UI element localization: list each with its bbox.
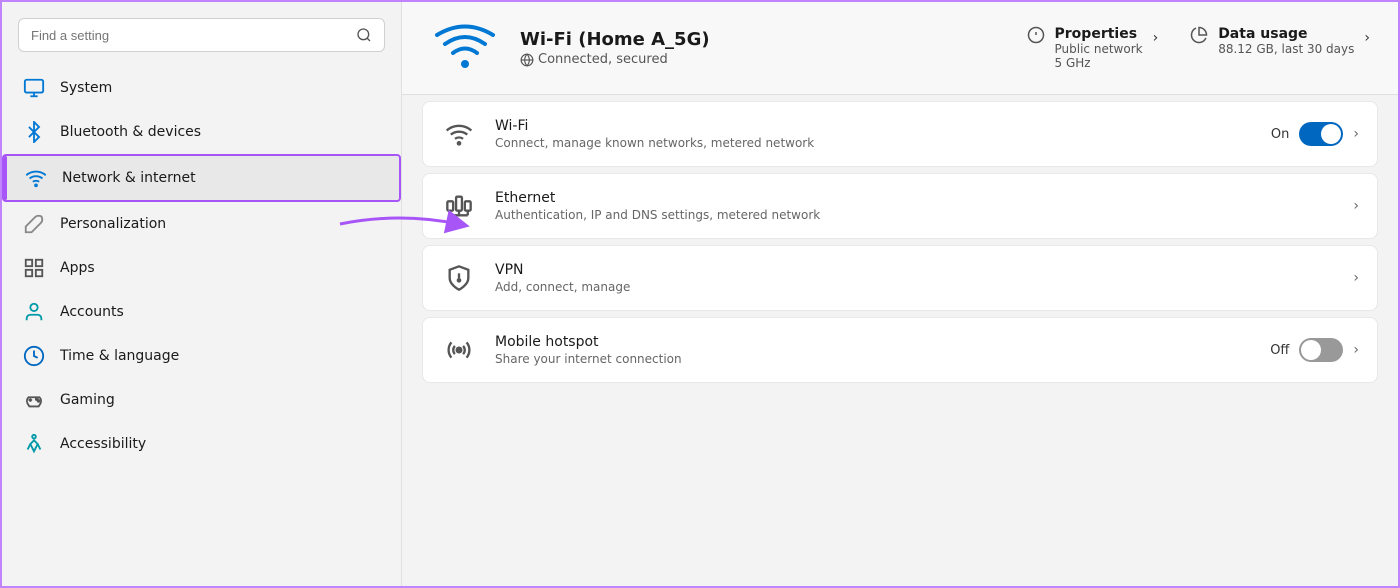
- search-box[interactable]: [18, 18, 385, 52]
- vpn-setting-item[interactable]: VPN Add, connect, manage ›: [422, 245, 1378, 311]
- sidebar-item-personalization-label: Personalization: [60, 216, 166, 232]
- vpn-icon: [441, 260, 477, 296]
- wifi-setting-text: Wi-Fi Connect, manage known networks, me…: [495, 118, 1253, 150]
- search-input[interactable]: [31, 28, 348, 43]
- data-usage-link[interactable]: Data usage 88.12 GB, last 30 days ›: [1190, 26, 1370, 70]
- sidebar-item-bluetooth[interactable]: Bluetooth & devices: [2, 110, 401, 154]
- sidebar-item-gaming[interactable]: Gaming: [2, 378, 401, 422]
- vpn-setting-text: VPN Add, connect, manage: [495, 262, 1335, 294]
- wifi-toggle-thumb: [1321, 124, 1341, 144]
- ethernet-setting-text: Ethernet Authentication, IP and DNS sett…: [495, 190, 1335, 222]
- clock-icon: [22, 344, 46, 368]
- bluetooth-icon: [22, 120, 46, 144]
- wifi-large-icon: [430, 18, 500, 78]
- hotspot-setting-item[interactable]: Mobile hotspot Share your internet conne…: [422, 317, 1378, 383]
- wifi-status: Connected, secured: [520, 52, 1007, 67]
- sidebar-item-personalization[interactable]: Personalization: [2, 202, 401, 246]
- hotspot-toggle[interactable]: [1299, 338, 1343, 362]
- vpn-setting-title: VPN: [495, 262, 1335, 278]
- accessibility-icon: [22, 432, 46, 456]
- sidebar-item-apps-label: Apps: [60, 260, 95, 276]
- sidebar-item-network-label: Network & internet: [62, 170, 196, 186]
- sidebar-item-time-label: Time & language: [60, 348, 179, 364]
- sidebar: System Bluetooth & devices Network & int…: [2, 2, 402, 586]
- hotspot-chevron: ›: [1353, 342, 1359, 358]
- vpn-setting-right: ›: [1353, 270, 1359, 286]
- person-icon: [22, 300, 46, 324]
- hotspot-toggle-thumb: [1301, 340, 1321, 360]
- wifi-header: Wi-Fi (Home A_5G) Connected, secured Pro…: [402, 2, 1398, 95]
- sidebar-item-bluetooth-label: Bluetooth & devices: [60, 124, 201, 140]
- wifi-setting-icon: [441, 116, 477, 152]
- ethernet-setting-item[interactable]: Ethernet Authentication, IP and DNS sett…: [422, 173, 1378, 239]
- brush-icon: [22, 212, 46, 236]
- active-indicator: [4, 156, 7, 200]
- hotspot-icon: [441, 332, 477, 368]
- apps-icon: [22, 256, 46, 280]
- info-icon: [1027, 26, 1045, 44]
- data-usage-icon: [1190, 26, 1208, 44]
- properties-text: Properties Public network 5 GHz: [1055, 26, 1143, 70]
- sidebar-item-time[interactable]: Time & language: [2, 334, 401, 378]
- wifi-setting-subtitle: Connect, manage known networks, metered …: [495, 136, 1253, 150]
- ethernet-setting-subtitle: Authentication, IP and DNS settings, met…: [495, 208, 1335, 222]
- settings-list: Wi-Fi Connect, manage known networks, me…: [402, 95, 1398, 586]
- vpn-setting-subtitle: Add, connect, manage: [495, 280, 1335, 294]
- wifi-toggle-label: On: [1271, 127, 1289, 142]
- ethernet-icon: [441, 188, 477, 224]
- hotspot-toggle-label: Off: [1270, 343, 1289, 358]
- main-content: Wi-Fi (Home A_5G) Connected, secured Pro…: [402, 2, 1398, 586]
- wifi-setting-title: Wi-Fi: [495, 118, 1253, 134]
- ethernet-chevron: ›: [1353, 198, 1359, 214]
- hotspot-setting-right: Off ›: [1270, 338, 1359, 362]
- ethernet-setting-right: ›: [1353, 198, 1359, 214]
- properties-link[interactable]: Properties Public network 5 GHz ›: [1027, 26, 1159, 70]
- wifi-info: Wi-Fi (Home A_5G) Connected, secured: [520, 29, 1007, 67]
- wifi-properties: Properties Public network 5 GHz › Data u…: [1027, 26, 1370, 70]
- wifi-toggle[interactable]: [1299, 122, 1343, 146]
- wifi-chevron: ›: [1353, 126, 1359, 142]
- data-usage-text: Data usage 88.12 GB, last 30 days: [1218, 26, 1354, 56]
- sidebar-item-apps[interactable]: Apps: [2, 246, 401, 290]
- data-usage-chevron: ›: [1364, 30, 1370, 46]
- ethernet-setting-title: Ethernet: [495, 190, 1335, 206]
- wifi-title: Wi-Fi (Home A_5G): [520, 29, 1007, 50]
- sidebar-item-accessibility[interactable]: Accessibility: [2, 422, 401, 466]
- sidebar-item-gaming-label: Gaming: [60, 392, 115, 408]
- sidebar-item-network[interactable]: Network & internet: [2, 154, 401, 202]
- gamepad-icon: [22, 388, 46, 412]
- hotspot-setting-subtitle: Share your internet connection: [495, 352, 1252, 366]
- globe-icon: [520, 53, 534, 67]
- properties-chevron: ›: [1153, 30, 1159, 46]
- hotspot-setting-title: Mobile hotspot: [495, 334, 1252, 350]
- wifi-setting-right: On ›: [1271, 122, 1359, 146]
- sidebar-item-system[interactable]: System: [2, 66, 401, 110]
- monitor-icon: [22, 76, 46, 100]
- wifi-setting-item[interactable]: Wi-Fi Connect, manage known networks, me…: [422, 101, 1378, 167]
- sidebar-item-accounts[interactable]: Accounts: [2, 290, 401, 334]
- sidebar-item-system-label: System: [60, 80, 112, 96]
- vpn-chevron: ›: [1353, 270, 1359, 286]
- hotspot-setting-text: Mobile hotspot Share your internet conne…: [495, 334, 1252, 366]
- sidebar-item-accessibility-label: Accessibility: [60, 436, 146, 452]
- wifi-nav-icon: [24, 166, 48, 190]
- search-icon: [356, 27, 372, 43]
- sidebar-item-accounts-label: Accounts: [60, 304, 124, 320]
